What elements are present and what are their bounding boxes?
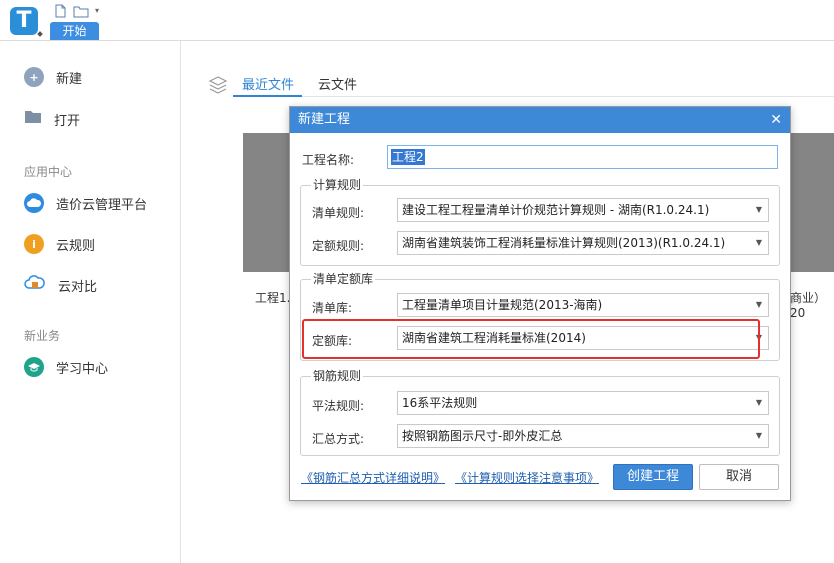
sidebar-item-cost-cloud[interactable]: 造价云管理平台 [24,192,147,214]
graduation-cap-icon [24,357,44,377]
group-title: 清单定额库 [311,272,376,286]
link-calc-notes[interactable]: 《计算规则选择注意事项》 [455,469,599,486]
info-icon: i [24,234,44,254]
cloud-compare-icon [24,274,46,296]
flat-rule-select[interactable]: 16系平法规则 ▼ [397,391,769,415]
select-value: 按照钢筋图示尺寸-即外皮汇总 [402,429,563,443]
plus-icon: + [24,67,44,87]
sidebar-item-label: 云对比 [58,279,98,295]
cancel-button[interactable]: 取消 [699,464,779,490]
sidebar-item-label: 学习中心 [56,361,109,377]
bill-lib-select[interactable]: 工程量清单项目计量规范(2013-海南) ▼ [397,293,769,317]
select-value: 湖南省建筑装饰工程消耗量标准计算规则(2013)(R1.0.24.1) [402,236,726,250]
sidebar-item-cloud-rules[interactable]: i 云规则 [24,233,95,255]
sidebar-item-label: 造价云管理平台 [56,197,148,213]
tabs-divider [233,96,834,97]
project-name-label: 工程名称: [302,153,355,167]
chevron-down-icon: ▼ [755,300,762,309]
bill-rule-select[interactable]: 建设工程工程量清单计价规范计算规则 - 湖南(R1.0.24.1) ▼ [397,198,769,222]
select-value: 工程量清单项目计量规范(2013-海南) [402,298,603,312]
active-tab-indicator [233,95,302,97]
project-name-value: 工程2 [391,149,425,165]
app-menu-indicator [37,31,43,37]
bill-lib-label: 清单库: [312,301,353,315]
tab-cloud-files[interactable]: 云文件 [318,74,357,93]
sidebar-item-label: 新建 [56,71,83,87]
dialog-title: 新建工程 [298,112,351,127]
project-name-input[interactable]: 工程2 [387,145,778,169]
folder-icon [24,110,42,128]
chevron-down-icon: ▼ [755,398,762,407]
cloud-icon [24,193,44,213]
create-project-button[interactable]: 创建工程 [613,464,693,490]
section-new-business: 新业务 [24,329,61,343]
quota-rule-select[interactable]: 湖南省建筑装饰工程消耗量标准计算规则(2013)(R1.0.24.1) ▼ [397,231,769,255]
link-rebar-summary[interactable]: 《钢筋汇总方式详细说明》 [301,469,445,486]
sidebar-item-learning-center[interactable]: 学习中心 [24,356,108,378]
open-folder-icon[interactable] [73,5,89,18]
summary-method-select[interactable]: 按照钢筋图示尺寸-即外皮汇总 ▼ [397,424,769,448]
customize-toolbar-icon[interactable]: ▾ [95,6,99,16]
section-app-center: 应用中心 [24,165,73,179]
highlight-annotation [302,319,760,359]
summary-method-label: 汇总方式: [312,432,365,446]
sidebar-item-label: 打开 [54,113,81,129]
group-title: 计算规则 [311,178,364,192]
chevron-down-icon: ▼ [755,205,762,214]
sidebar-item-cloud-compare[interactable]: 云对比 [24,274,97,296]
recent-file-name-2[interactable]: 商业）20 [790,289,834,320]
close-icon[interactable]: ✕ [770,107,782,133]
sidebar-item-new[interactable]: + 新建 [24,66,82,88]
ribbon-tab-start[interactable]: 开始 [50,22,99,40]
new-file-icon[interactable] [54,4,67,18]
select-value: 建设工程工程量清单计价规范计算规则 - 湖南(R1.0.24.1) [402,203,710,217]
quota-rule-label: 定额规则: [312,239,365,253]
sidebar: + 新建 打开 应用中心 造价云管理平台 i 云规则 云对比 新业务 学习中心 [0,41,181,563]
select-value: 16系平法规则 [402,396,478,410]
recent-file-name[interactable]: 工程1. [255,289,290,306]
app-logo[interactable]: T [10,7,38,35]
quick-access-toolbar: ▾ [54,2,99,20]
layers-icon [208,75,228,98]
sidebar-item-open[interactable]: 打开 [24,108,80,130]
new-project-dialog: 新建工程 ✕ 工程名称: 工程2 计算规则 清单规则: 建设工程工程量清单计价规… [289,106,791,501]
bill-rule-label: 清单规则: [312,206,365,220]
chevron-down-icon: ▼ [755,238,762,247]
chevron-down-icon: ▼ [755,431,762,440]
help-links: 《钢筋汇总方式详细说明》 《计算规则选择注意事项》 [301,469,599,486]
tab-recent-files[interactable]: 最近文件 [242,74,294,93]
dialog-title-bar: 新建工程 ✕ [290,107,790,133]
sidebar-item-label: 云规则 [56,238,96,254]
flat-rule-label: 平法规则: [312,399,365,413]
group-title: 钢筋规则 [311,369,364,383]
